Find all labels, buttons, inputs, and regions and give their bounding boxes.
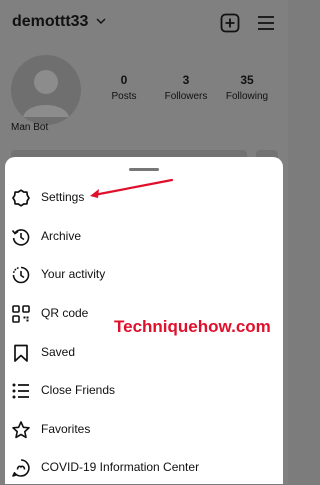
qr-code-icon <box>12 305 30 323</box>
menu-item-label: Saved <box>41 345 76 359</box>
menu-item-covid-info[interactable]: COVID-19 Information Center <box>11 451 277 485</box>
menu-item-label: QR code <box>41 306 89 320</box>
default-avatar-icon <box>23 70 69 117</box>
bookmark-icon <box>14 344 28 362</box>
covid-info-icon <box>12 459 30 477</box>
menu-item-favorites[interactable]: Favorites <box>11 413 277 447</box>
menu-item-label: COVID-19 Information Center <box>41 460 200 474</box>
display-name: Man Bot <box>11 122 49 133</box>
chevron-down-icon[interactable] <box>94 14 108 28</box>
menu-item-label: Close Friends <box>41 383 116 397</box>
posts-stat[interactable]: 0 Posts <box>94 73 154 102</box>
menu-item-label: Settings <box>41 190 85 204</box>
new-post-icon[interactable] <box>220 13 240 33</box>
posts-label: Posts <box>111 91 137 102</box>
menu-item-your-activity[interactable]: Your activity <box>11 258 277 292</box>
close-friends-list-icon <box>12 383 29 399</box>
star-icon <box>12 421 30 439</box>
followers-count: 3 <box>182 73 190 87</box>
posts-count: 0 <box>120 73 128 87</box>
menu-item-label: Archive <box>41 229 82 243</box>
top-bar: demottt33 <box>12 10 276 38</box>
menu-item-close-friends[interactable]: Close Friends <box>11 374 277 408</box>
red-arrow-annotation <box>90 178 174 198</box>
watermark-text: Techniquehow.com <box>114 317 271 336</box>
menu-item-saved[interactable]: Saved <box>11 336 277 370</box>
hamburger-menu-icon[interactable] <box>256 14 276 32</box>
sheet-drag-handle[interactable] <box>129 168 159 171</box>
menu-item-label: Your activity <box>41 267 106 281</box>
archive-history-icon <box>11 229 30 246</box>
followers-label: Followers <box>164 91 208 102</box>
settings-gear-icon <box>12 189 30 207</box>
avatar[interactable] <box>11 55 81 125</box>
following-label: Following <box>225 91 269 102</box>
menu-item-archive[interactable]: Archive <box>11 220 277 254</box>
username[interactable]: demottt33 <box>12 13 88 31</box>
following-count: 35 <box>240 73 254 87</box>
activity-clock-icon <box>12 266 30 284</box>
menu-item-label: Favorites <box>41 422 91 436</box>
following-stat[interactable]: 35 Following <box>217 73 277 102</box>
followers-stat[interactable]: 3 Followers <box>156 73 216 102</box>
